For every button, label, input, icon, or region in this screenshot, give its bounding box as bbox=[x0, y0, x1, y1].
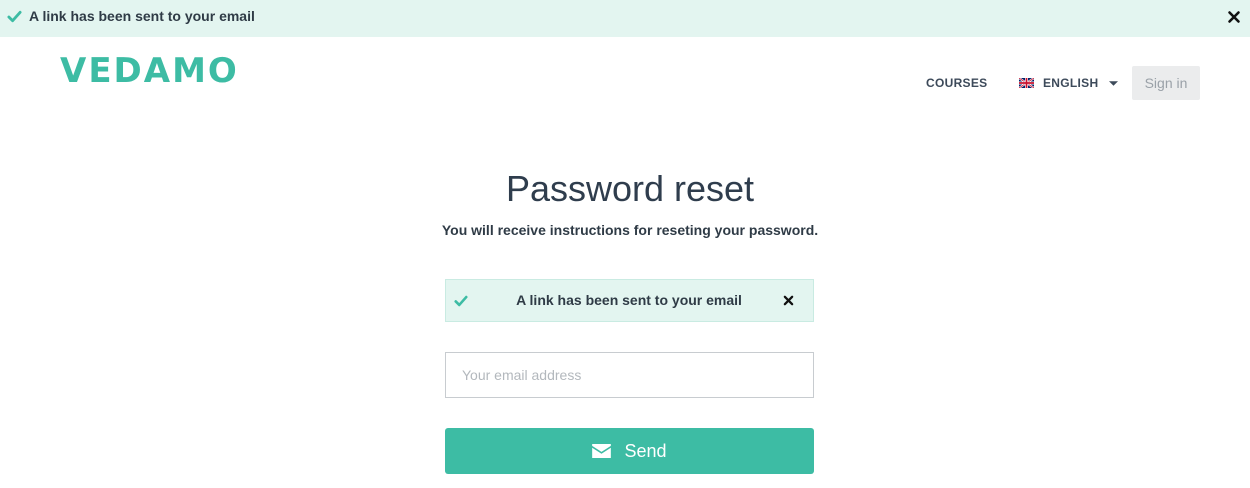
top-notification-bar: A link has been sent to your email bbox=[0, 0, 1250, 37]
uk-flag-icon bbox=[1019, 78, 1034, 88]
envelope-icon bbox=[592, 444, 612, 458]
send-button[interactable]: Send bbox=[445, 428, 814, 474]
language-selector[interactable]: ENGLISH bbox=[1019, 76, 1119, 90]
language-label: ENGLISH bbox=[1043, 76, 1099, 90]
logo-text: VEDAMO bbox=[60, 51, 239, 91]
top-notification-message: A link has been sent to your email bbox=[29, 8, 255, 24]
send-button-label: Send bbox=[624, 440, 667, 461]
check-icon bbox=[7, 10, 22, 23]
vedamo-logo[interactable]: VEDAMO bbox=[60, 54, 239, 88]
alert-message: A link has been sent to your email bbox=[516, 292, 742, 308]
page-subtitle: You will receive instructions for reseti… bbox=[441, 222, 819, 238]
sign-in-button[interactable]: Sign in bbox=[1132, 66, 1200, 100]
nav-courses-link[interactable]: COURSES bbox=[926, 76, 987, 90]
success-alert: A link has been sent to your email bbox=[445, 279, 814, 322]
page-title: Password reset bbox=[505, 168, 755, 209]
caret-down-icon bbox=[1109, 80, 1119, 86]
close-icon[interactable] bbox=[782, 294, 795, 307]
email-field[interactable] bbox=[445, 352, 814, 398]
close-icon[interactable] bbox=[1226, 9, 1242, 25]
